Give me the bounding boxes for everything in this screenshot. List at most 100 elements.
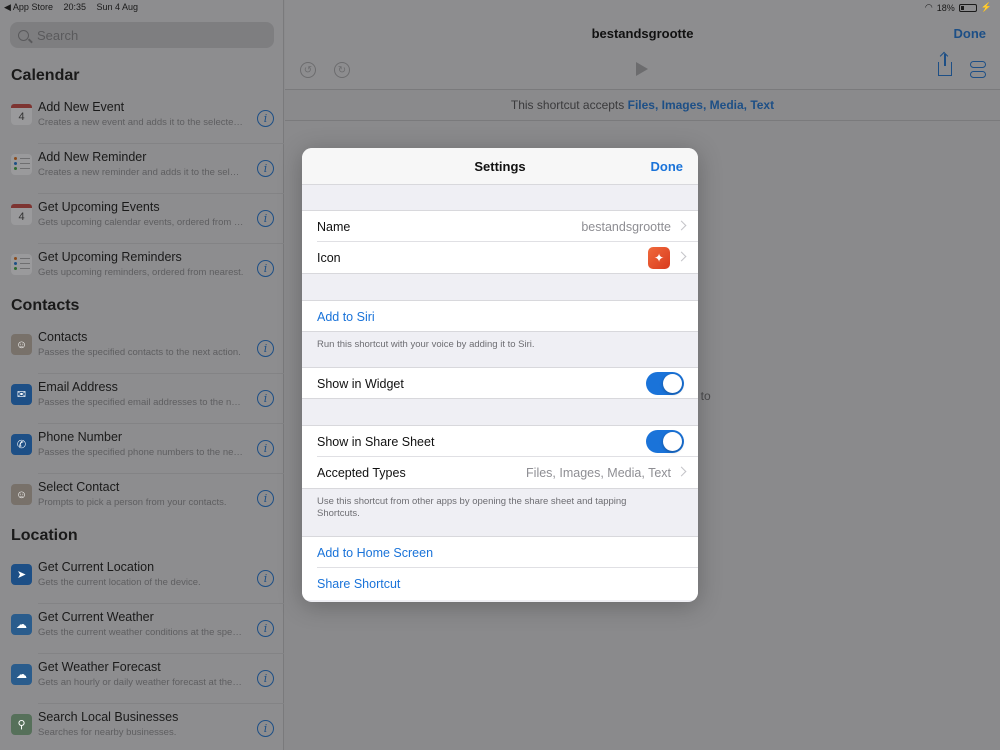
settings-modal: Settings Done Name bestandsgrootte Icon … — [302, 148, 698, 602]
show-in-widget-toggle[interactable] — [646, 372, 684, 395]
chevron-right-icon — [676, 251, 687, 262]
info-icon[interactable]: i — [257, 340, 274, 357]
action-description: Searches for nearby businesses. — [38, 727, 177, 738]
show-in-share-sheet-row: Show in Share Sheet — [302, 425, 698, 457]
calendar-day: 4 — [18, 210, 25, 223]
icon-row[interactable]: Icon ✦ — [302, 242, 698, 274]
info-icon[interactable]: i — [257, 110, 274, 127]
modal-done-button[interactable]: Done — [651, 159, 684, 174]
action-description: Gets upcoming calendar events, ordered f… — [38, 217, 244, 228]
action-name: Search Local Businesses — [38, 710, 179, 724]
accepted-types-label: Accepted Types — [317, 466, 406, 480]
show-in-share-sheet-toggle[interactable] — [646, 430, 684, 453]
search-icon — [18, 29, 29, 41]
info-icon[interactable]: i — [257, 160, 274, 177]
share-footer-text: Use this shortcut from other apps by ope… — [317, 496, 627, 519]
action-description: Creates a new reminder and adds it to th… — [38, 167, 244, 178]
action-item-get-upcoming-reminders[interactable]: Get Upcoming Reminders Gets upcoming rem… — [0, 244, 284, 294]
add-to-siri-button[interactable]: Add to Siri — [317, 310, 375, 324]
info-icon[interactable]: i — [257, 620, 274, 637]
info-icon[interactable]: i — [257, 210, 274, 227]
add-to-siri-row[interactable]: Add to Siri — [302, 300, 698, 332]
info-icon[interactable]: i — [257, 490, 274, 507]
maps-icon: ⚲ — [11, 714, 32, 735]
info-icon[interactable]: i — [257, 670, 274, 687]
share-icon[interactable] — [938, 54, 952, 76]
info-icon[interactable]: i — [257, 570, 274, 587]
action-name: Add New Event — [38, 100, 125, 114]
calendar-icon: 4 — [11, 204, 32, 225]
info-icon[interactable]: i — [257, 260, 274, 277]
action-description: Passes the specified phone numbers to th… — [38, 447, 244, 458]
action-name: Get Weather Forecast — [38, 660, 161, 674]
actions-sidebar: Search Calendar 4 Add New Event Creates … — [0, 0, 284, 750]
undo-icon[interactable]: ↺ — [300, 62, 316, 78]
add-to-home-screen-row[interactable]: Add to Home Screen — [302, 536, 698, 568]
action-description: Gets the current weather conditions at t… — [38, 627, 244, 638]
weather-icon: ☁ — [11, 664, 32, 685]
share-shortcut-button[interactable]: Share Shortcut — [317, 577, 400, 591]
show-in-share-sheet-label: Show in Share Sheet — [317, 435, 435, 449]
settings-toggle-icon[interactable] — [970, 61, 986, 79]
action-item-select-contact[interactable]: ☺ Select Contact Prompts to pick a perso… — [0, 474, 284, 524]
info-icon[interactable]: i — [257, 440, 274, 457]
action-name: Email Address — [38, 380, 118, 394]
action-name: Get Current Location — [38, 560, 155, 574]
weather-icon: ☁ — [11, 614, 32, 635]
action-description: Passes the specified email addresses to … — [38, 397, 244, 408]
redo-icon[interactable]: ↻ — [334, 62, 350, 78]
action-item-phone-number[interactable]: ✆ Phone Number Passes the specified phon… — [0, 424, 284, 474]
share-shortcut-row[interactable]: Share Shortcut — [302, 568, 698, 600]
info-icon[interactable]: i — [257, 720, 274, 737]
action-description: Gets the current location of the device. — [38, 577, 201, 588]
accepts-types[interactable]: Files, Images, Media, Text — [628, 98, 775, 112]
shortcut-title: bestandsgrootte — [591, 26, 694, 41]
action-name: Get Upcoming Events — [38, 200, 160, 214]
action-item-add-new-event[interactable]: 4 Add New Event Creates a new event and … — [0, 94, 284, 144]
wifi-icon: ◠ — [924, 2, 933, 12]
action-name: Get Current Weather — [38, 610, 154, 624]
info-icon[interactable]: i — [257, 390, 274, 407]
action-item-add-new-reminder[interactable]: Add New Reminder Creates a new reminder … — [0, 144, 284, 194]
section-title-location: Location — [11, 527, 78, 544]
magic-wand-icon: ✦ — [648, 247, 670, 269]
action-item-get-current-location[interactable]: ➤ Get Current Location Gets the current … — [0, 554, 284, 604]
search-placeholder: Search — [37, 27, 79, 43]
contacts-icon: ☺ — [11, 334, 32, 355]
action-description: Creates a new event and adds it to the s… — [38, 117, 244, 128]
name-value: bestandsgrootte — [581, 220, 671, 234]
action-item-get-current-weather[interactable]: ☁ Get Current Weather Gets the current w… — [0, 604, 284, 654]
action-item-search-local-businesses[interactable]: ⚲ Search Local Businesses Searches for n… — [0, 704, 284, 750]
accepts-bar[interactable]: This shortcut accepts Files, Images, Med… — [285, 91, 1000, 121]
add-to-home-screen-button[interactable]: Add to Home Screen — [317, 546, 433, 560]
calendar-day: 4 — [18, 110, 25, 123]
battery-percent: 18% — [936, 2, 955, 13]
siri-footer-text: Run this shortcut with your voice by add… — [317, 339, 535, 350]
action-item-get-weather-forecast[interactable]: ☁ Get Weather Forecast Gets an hourly or… — [0, 654, 284, 704]
battery-icon — [958, 3, 977, 12]
action-description: Prompts to pick a person from your conta… — [38, 497, 227, 508]
contacts-icon: ☺ — [11, 484, 32, 505]
chevron-right-icon — [676, 466, 687, 477]
search-input[interactable]: Search — [10, 22, 274, 48]
action-description: Gets upcoming reminders, ordered from ne… — [38, 267, 244, 278]
action-item-email-address[interactable]: ✉ Email Address Passes the specified ema… — [0, 374, 284, 424]
phone-icon: ✆ — [11, 434, 32, 455]
done-button[interactable]: Done — [954, 26, 987, 41]
action-item-get-upcoming-events[interactable]: 4 Get Upcoming Events Gets upcoming cale… — [0, 194, 284, 244]
calendar-icon: 4 — [11, 104, 32, 125]
back-to-app-link[interactable]: ◀ App Store — [4, 2, 53, 12]
status-bar: ◀ App Store 20:35 Sun 4 Aug ◠ 18% ⚡ — [0, 0, 1000, 14]
name-row[interactable]: Name bestandsgrootte — [302, 210, 698, 242]
name-label: Name — [317, 220, 351, 234]
show-in-widget-row: Show in Widget — [302, 367, 698, 399]
accepted-types-row[interactable]: Accepted Types Files, Images, Media, Tex… — [302, 457, 698, 489]
modal-header: Settings Done — [302, 148, 698, 185]
status-date: Sun 4 Aug — [96, 2, 139, 12]
accepted-types-value: Files, Images, Media, Text — [526, 466, 671, 480]
chevron-right-icon — [676, 220, 687, 231]
action-name: Get Upcoming Reminders — [38, 250, 182, 264]
action-item-contacts[interactable]: ☺ Contacts Passes the specified contacts… — [0, 324, 284, 374]
play-icon[interactable] — [636, 62, 648, 76]
section-title-contacts: Contacts — [11, 297, 80, 314]
